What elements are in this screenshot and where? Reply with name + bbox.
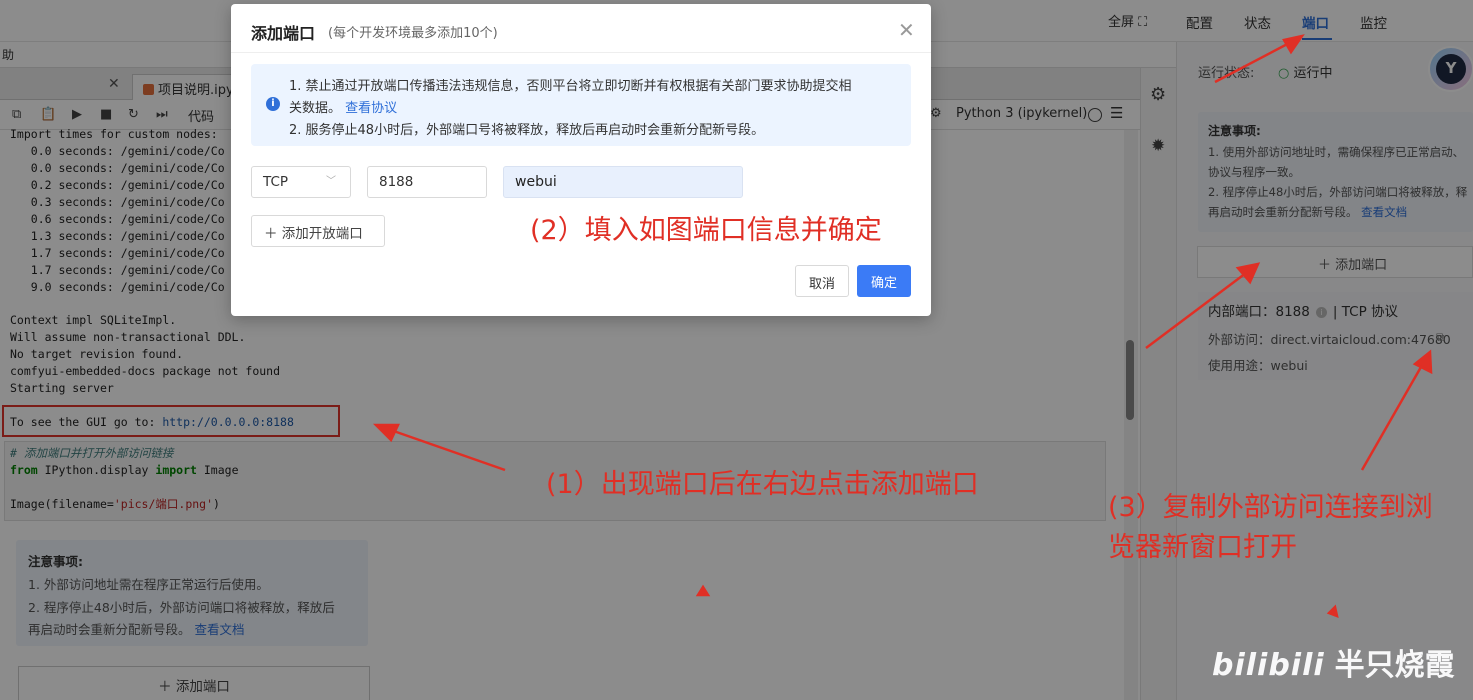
arrow-2 [1145,269,1251,349]
watermark-author: 半只烧霞 [1334,648,1455,683]
arrow-1 [384,426,506,472]
bilibili-logo: bilibili [1212,648,1325,683]
arrow-3-head [1412,349,1433,375]
annotation-arrows [372,34,1433,618]
arrow-1-head [372,423,400,443]
arrow-4 [1214,38,1296,84]
arrow-4-head [1282,34,1305,55]
marker-1 [695,584,711,597]
watermark: bilibili 半只烧霞 [1212,640,1455,684]
arrow-3 [1360,359,1427,471]
arrow-2-head [1235,262,1261,285]
marker-2 [1326,604,1339,618]
